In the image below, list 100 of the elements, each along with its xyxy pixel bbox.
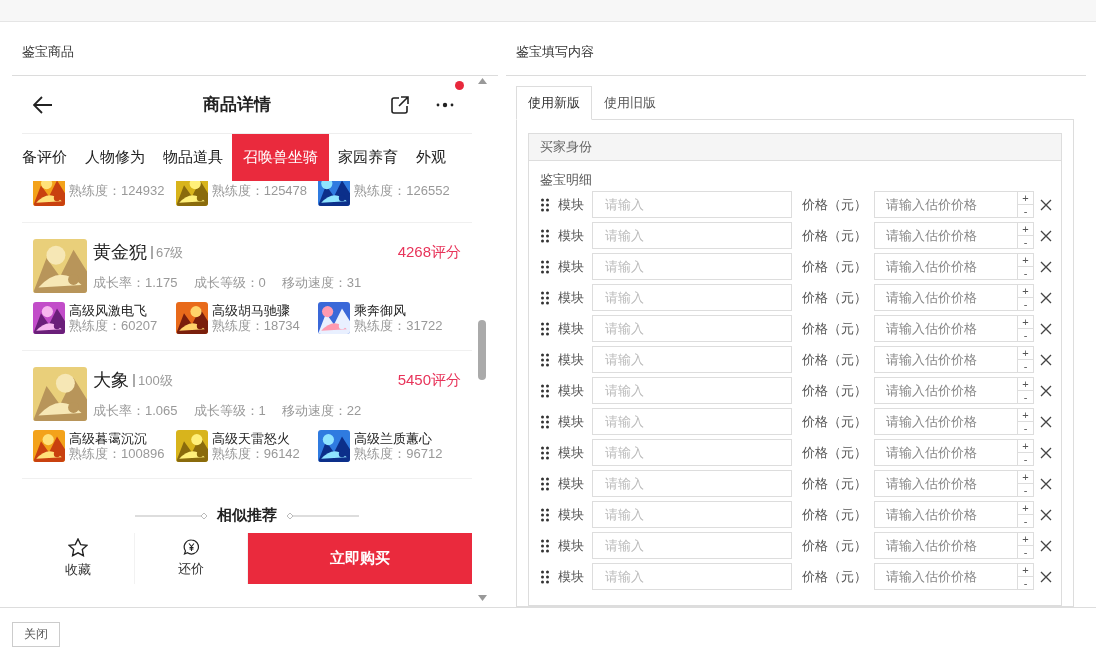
close-icon[interactable] bbox=[1040, 291, 1052, 304]
drag-handle-icon[interactable] bbox=[541, 414, 549, 429]
decrement-button[interactable]: - bbox=[1018, 267, 1033, 279]
drag-handle-icon[interactable] bbox=[541, 569, 549, 584]
close-icon[interactable] bbox=[1040, 322, 1052, 335]
category-tab[interactable]: 人物修为 bbox=[76, 134, 154, 181]
buy-now-button[interactable]: 立即购买 bbox=[248, 533, 472, 584]
decrement-button[interactable]: - bbox=[1018, 484, 1033, 496]
more-icon[interactable] bbox=[436, 101, 454, 108]
pet-stat: 成长率：1.175 bbox=[93, 274, 178, 292]
scroll-up-icon[interactable] bbox=[477, 78, 487, 84]
decrement-button[interactable]: - bbox=[1018, 546, 1033, 558]
price-label: 价格（元） bbox=[802, 350, 868, 369]
category-tab[interactable]: 物品道具 bbox=[154, 134, 232, 181]
drag-handle-icon[interactable] bbox=[541, 197, 549, 212]
module-input[interactable]: 请输入 bbox=[592, 501, 792, 528]
close-icon[interactable] bbox=[1040, 260, 1052, 273]
price-input[interactable]: 请输入估价价格 bbox=[874, 532, 1018, 559]
scrollbar-thumb[interactable] bbox=[478, 320, 486, 380]
drag-handle-icon[interactable] bbox=[541, 476, 549, 491]
drag-handle-icon[interactable] bbox=[541, 383, 549, 398]
category-tab[interactable]: 召唤兽坐骑 bbox=[232, 134, 329, 181]
close-icon[interactable] bbox=[1040, 353, 1052, 366]
decrement-button[interactable]: - bbox=[1018, 205, 1033, 217]
category-tab[interactable]: 家园养育 bbox=[329, 134, 407, 181]
price-label: 价格（元） bbox=[802, 505, 868, 524]
increment-button[interactable]: + bbox=[1018, 192, 1033, 205]
increment-button[interactable]: + bbox=[1018, 533, 1033, 546]
close-icon[interactable] bbox=[1040, 198, 1052, 211]
close-icon[interactable] bbox=[1040, 539, 1052, 552]
drag-handle-icon[interactable] bbox=[541, 507, 549, 522]
category-tab[interactable]: 外观 bbox=[407, 134, 455, 181]
drag-handle-icon[interactable] bbox=[541, 228, 549, 243]
price-input[interactable]: 请输入估价价格 bbox=[874, 470, 1018, 497]
module-input[interactable]: 请输入 bbox=[592, 563, 792, 590]
version-tab[interactable]: 使用新版 bbox=[516, 86, 592, 120]
increment-button[interactable]: + bbox=[1018, 223, 1033, 236]
skill-proficiency: 熟练度：96142 bbox=[211, 446, 300, 461]
module-input[interactable]: 请输入 bbox=[592, 222, 792, 249]
decrement-button[interactable]: - bbox=[1018, 236, 1033, 248]
increment-button[interactable]: + bbox=[1018, 347, 1033, 360]
scroll-down-icon[interactable] bbox=[477, 595, 487, 601]
module-input[interactable]: 请输入 bbox=[592, 470, 792, 497]
decrement-button[interactable]: - bbox=[1018, 360, 1033, 372]
decrement-button[interactable]: - bbox=[1018, 391, 1033, 403]
category-tab[interactable]: 备评价 bbox=[22, 134, 76, 181]
decrement-button[interactable]: - bbox=[1018, 515, 1033, 527]
pet-level: 67级 bbox=[151, 246, 184, 259]
module-input[interactable]: 请输入 bbox=[592, 439, 792, 466]
module-input[interactable]: 请输入 bbox=[592, 253, 792, 280]
drag-handle-icon[interactable] bbox=[541, 259, 549, 274]
module-input[interactable]: 请输入 bbox=[592, 532, 792, 559]
close-icon[interactable] bbox=[1040, 508, 1052, 521]
increment-button[interactable]: + bbox=[1018, 409, 1033, 422]
price-input[interactable]: 请输入估价价格 bbox=[874, 501, 1018, 528]
price-input[interactable]: 请输入估价价格 bbox=[874, 439, 1018, 466]
increment-button[interactable]: + bbox=[1018, 471, 1033, 484]
module-input[interactable]: 请输入 bbox=[592, 408, 792, 435]
price-input[interactable]: 请输入估价价格 bbox=[874, 346, 1018, 373]
module-input[interactable]: 请输入 bbox=[592, 191, 792, 218]
increment-button[interactable]: + bbox=[1018, 440, 1033, 453]
price-input[interactable]: 请输入估价价格 bbox=[874, 191, 1018, 218]
increment-button[interactable]: + bbox=[1018, 564, 1033, 577]
increment-button[interactable]: + bbox=[1018, 254, 1033, 267]
increment-button[interactable]: + bbox=[1018, 285, 1033, 298]
close-icon[interactable] bbox=[1040, 446, 1052, 459]
close-icon[interactable] bbox=[1040, 415, 1052, 428]
share-icon[interactable] bbox=[391, 95, 409, 114]
close-icon[interactable] bbox=[1040, 477, 1052, 490]
price-input[interactable]: 请输入估价价格 bbox=[874, 315, 1018, 342]
decrement-button[interactable]: - bbox=[1018, 329, 1033, 341]
decrement-button[interactable]: - bbox=[1018, 577, 1033, 589]
price-input[interactable]: 请输入估价价格 bbox=[874, 253, 1018, 280]
price-input[interactable]: 请输入估价价格 bbox=[874, 222, 1018, 249]
price-input[interactable]: 请输入估价价格 bbox=[874, 284, 1018, 311]
close-icon[interactable] bbox=[1040, 570, 1052, 583]
version-tab[interactable]: 使用旧版 bbox=[592, 86, 668, 120]
increment-button[interactable]: + bbox=[1018, 502, 1033, 515]
action-button[interactable]: 收藏 bbox=[22, 533, 135, 584]
close-icon[interactable] bbox=[1040, 229, 1052, 242]
close-button[interactable]: 关闭 bbox=[12, 621, 60, 647]
drag-handle-icon[interactable] bbox=[541, 352, 549, 367]
decrement-button[interactable]: - bbox=[1018, 422, 1033, 434]
drag-handle-icon[interactable] bbox=[541, 445, 549, 460]
decrement-button[interactable]: - bbox=[1018, 298, 1033, 310]
price-input[interactable]: 请输入估价价格 bbox=[874, 377, 1018, 404]
drag-handle-icon[interactable] bbox=[541, 321, 549, 336]
module-input[interactable]: 请输入 bbox=[592, 377, 792, 404]
back-icon[interactable] bbox=[33, 95, 53, 114]
drag-handle-icon[interactable] bbox=[541, 290, 549, 305]
increment-button[interactable]: + bbox=[1018, 316, 1033, 329]
module-input[interactable]: 请输入 bbox=[592, 284, 792, 311]
decrement-button[interactable]: - bbox=[1018, 453, 1033, 465]
price-input[interactable]: 请输入估价价格 bbox=[874, 408, 1018, 435]
drag-handle-icon[interactable] bbox=[541, 538, 549, 553]
module-input[interactable]: 请输入 bbox=[592, 315, 792, 342]
module-input[interactable]: 请输入 bbox=[592, 346, 792, 373]
increment-button[interactable]: + bbox=[1018, 378, 1033, 391]
close-icon[interactable] bbox=[1040, 384, 1052, 397]
price-input[interactable]: 请输入估价价格 bbox=[874, 563, 1018, 590]
